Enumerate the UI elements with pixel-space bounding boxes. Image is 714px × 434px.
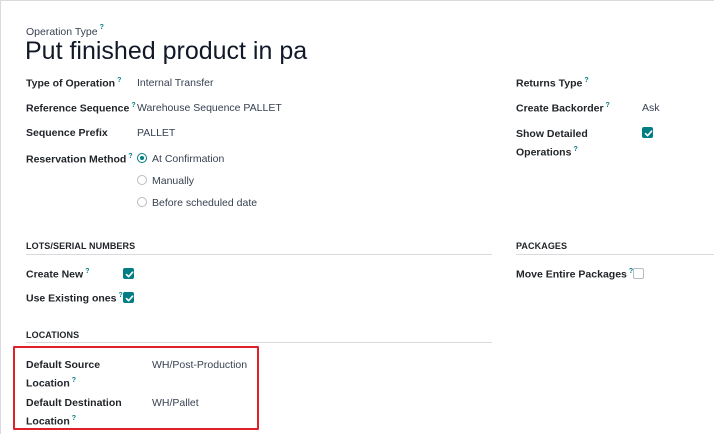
locations-section-divider [26, 342, 492, 343]
help-icon[interactable]: ? [85, 268, 89, 275]
move-entire-packages-label: Move Entire Packages? [516, 268, 634, 281]
radio-label-at-confirmation: At Confirmation [152, 153, 225, 165]
move-entire-packages-checkbox[interactable] [633, 268, 644, 279]
page-title[interactable]: Put finished product in pa [25, 37, 307, 66]
packages-section-title: PACKAGES [516, 241, 568, 251]
returns-type-label: Returns Type? [516, 77, 589, 90]
locations-section-title: LOCATIONS [26, 330, 80, 340]
create-backorder-field[interactable]: Ask [642, 102, 660, 114]
help-icon[interactable]: ? [100, 24, 104, 31]
help-icon[interactable]: ? [128, 153, 132, 160]
radio-manually[interactable] [137, 175, 147, 185]
lots-section-divider [26, 254, 492, 255]
check-icon [125, 295, 134, 302]
reservation-method-label: Reservation Method? [26, 153, 133, 166]
type-of-operation-label: Type of Operation? [26, 77, 122, 90]
help-icon[interactable]: ? [606, 102, 610, 109]
radio-before-scheduled-date[interactable] [137, 197, 147, 207]
returns-type-field[interactable] [642, 77, 702, 91]
show-detailed-operations-checkbox[interactable] [642, 127, 653, 138]
reference-sequence-label: Reference Sequence? [26, 102, 136, 115]
sequence-prefix-label: Sequence Prefix [26, 127, 108, 139]
create-new-label: Create New? [26, 268, 90, 281]
use-existing-checkbox[interactable] [123, 292, 134, 303]
check-icon [125, 271, 134, 278]
help-icon[interactable]: ? [584, 77, 588, 84]
create-backorder-label: Create Backorder? [516, 102, 610, 115]
packages-section-divider [516, 254, 714, 255]
sequence-prefix-field[interactable]: PALLET [137, 127, 175, 139]
radio-at-confirmation[interactable] [137, 153, 147, 163]
help-icon[interactable]: ? [131, 102, 135, 109]
reference-sequence-field[interactable]: Warehouse Sequence PALLET [137, 102, 282, 114]
help-icon[interactable]: ? [117, 77, 121, 84]
radio-label-manually: Manually [152, 175, 195, 187]
lots-section-title: LOTS/SERIAL NUMBERS [26, 241, 136, 251]
use-existing-label: Use Existing ones? [26, 292, 123, 305]
help-icon[interactable]: ? [573, 146, 577, 153]
type-of-operation-field[interactable]: Internal Transfer [137, 77, 213, 89]
radio-label-before-scheduled-date: Before scheduled date [152, 197, 258, 209]
check-icon [644, 130, 653, 137]
create-new-checkbox[interactable] [123, 268, 134, 279]
highlight-box [13, 346, 259, 430]
show-detailed-operations-label: Show Detailed Operations? [516, 128, 588, 159]
